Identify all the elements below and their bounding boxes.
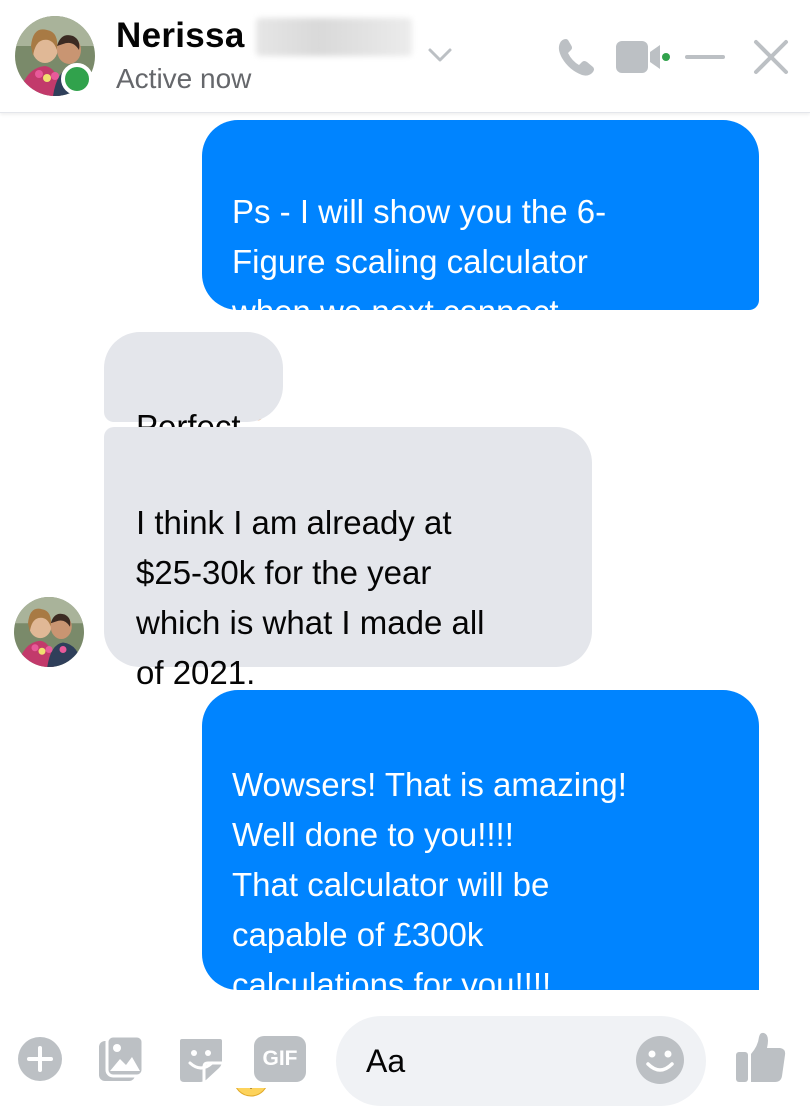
online-status-dot: [61, 63, 93, 95]
sticker-icon[interactable]: [176, 1033, 226, 1085]
message-bubble-incoming[interactable]: Perfect: [104, 332, 283, 445]
like-icon[interactable]: [734, 1030, 788, 1084]
contact-name[interactable]: Nerissa: [116, 16, 245, 56]
chat-header: Nerissa Active now: [0, 0, 810, 113]
image-icon[interactable]: [96, 1033, 146, 1085]
message-text: Ps - I will show you the 6- Figure scali…: [232, 193, 607, 330]
emoji-icon[interactable]: [634, 1034, 686, 1086]
contact-avatar-small[interactable]: [14, 597, 84, 667]
chevron-down-icon[interactable]: [426, 44, 454, 66]
close-icon[interactable]: [752, 38, 790, 76]
gif-label: GIF: [262, 1047, 298, 1070]
minimize-icon[interactable]: [684, 52, 726, 62]
phone-icon[interactable]: [556, 36, 598, 78]
message-bubble-outgoing[interactable]: Wowsers! That is amazing! Well done to y…: [202, 690, 759, 1097]
message-bubble-outgoing[interactable]: Ps - I will show you the 6- Figure scali…: [202, 120, 759, 421]
gif-icon[interactable]: GIF: [254, 1036, 306, 1082]
message-text: I think I am already at $25-30k for the …: [136, 504, 485, 691]
message-bubble-incoming[interactable]: I think I am already at $25-30k for the …: [104, 427, 592, 691]
redacted-surname: [256, 18, 412, 56]
active-status: Active now: [116, 63, 252, 94]
plus-icon[interactable]: [16, 1035, 64, 1083]
video-icon[interactable]: [614, 38, 672, 76]
message-text: Wowsers! That is amazing! Well done to y…: [232, 766, 627, 1003]
